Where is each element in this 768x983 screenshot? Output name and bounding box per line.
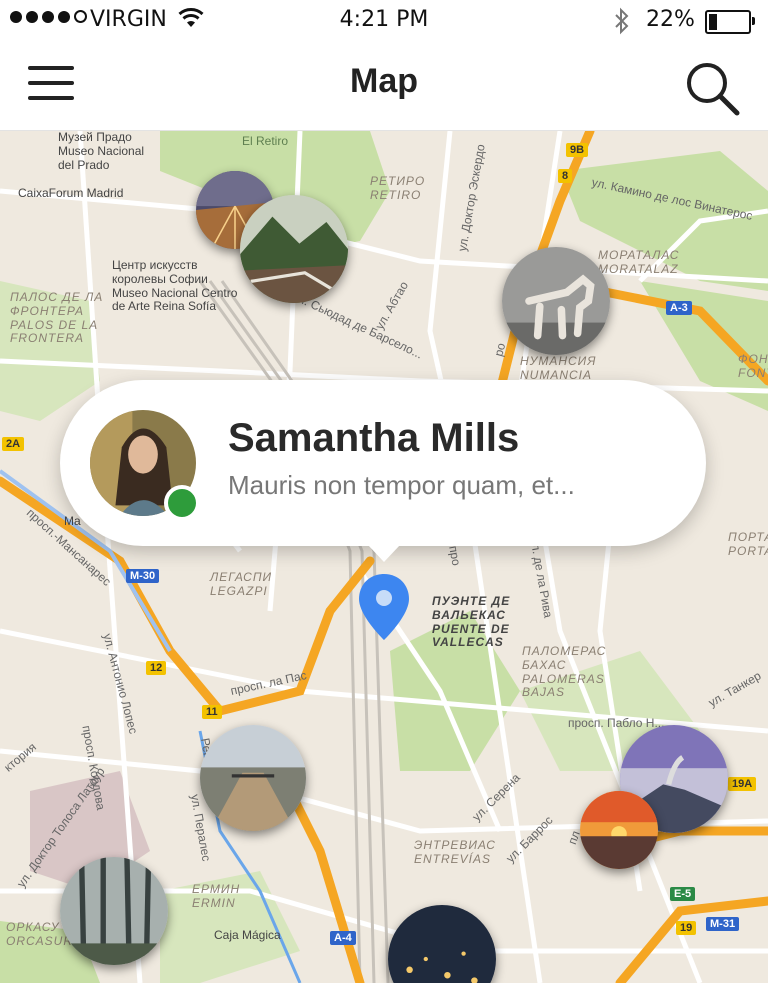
road-shield-11: 11 <box>202 705 222 719</box>
road-shield-a3: A-3 <box>666 301 692 315</box>
photo-marker-forest[interactable] <box>60 857 168 965</box>
photo-marker-wolf[interactable] <box>502 247 610 355</box>
map-label-retiro-park: El Retiro <box>242 134 289 148</box>
map-label-caja-magica: Caja Mágica <box>214 928 281 942</box>
road-shield-e5: E-5 <box>670 887 696 901</box>
road-shield-a4: A-4 <box>330 931 356 945</box>
profile-popup[interactable]: Samantha Mills Mauris non tempor quam, e… <box>60 380 706 562</box>
map-label-portaz: ПОРТАPORTAZ <box>728 530 768 558</box>
road-shield-8: 8 <box>558 169 573 183</box>
status-bar: VIRGIN 4:21 PM 22% <box>0 0 768 42</box>
road-shield-9b: 9B <box>566 143 589 157</box>
road-shield-2a: 2A <box>2 437 25 451</box>
photo-marker-boardwalk[interactable] <box>200 725 306 831</box>
map-pin-icon[interactable] <box>357 572 411 642</box>
map-label-prado: Музей Прадо Museo Nacional del Prado <box>58 131 145 172</box>
map-label-palomeras: ПАЛОМЕРАС БАХАС PALOMERAS BAJAS <box>522 644 607 700</box>
photo-marker-mountain[interactable] <box>240 195 348 303</box>
nav-bar: Map <box>0 42 768 131</box>
map-label-legazpi: ЛЕГАСПИ LEGAZPI <box>210 570 273 598</box>
road-shield-19a: 19A <box>728 777 757 791</box>
map-label-retiro: РЕТИРО RETIRO <box>370 174 426 202</box>
road-shield-12: 12 <box>146 661 167 675</box>
photo-marker-sunset[interactable] <box>580 791 658 869</box>
map-label-hermin: ЕРМИН ERMIN <box>192 882 241 910</box>
online-status-indicator <box>164 485 200 521</box>
map-label-entrevias: ЭНТРЕВИАС ENTREVÍAS <box>414 838 496 866</box>
map-view[interactable]: Музей Прадо Museo Nacional del Prado El Re… <box>0 131 768 983</box>
map-label-caixaforum: CaixaForum Madrid <box>18 186 124 200</box>
battery-icon <box>705 10 755 34</box>
map-label-vallecas: ПУЭНТЕ ДЕ ВАЛЬЕКАС PUENTE DE VALLECAS <box>432 594 511 650</box>
map-label-moratalaz: МОРАТАЛАС MORATALAZ <box>598 248 680 276</box>
map-label-ma: Ma <box>64 514 81 528</box>
road-shield-m30: M-30 <box>126 569 160 583</box>
battery-percent: 22% <box>646 7 695 32</box>
bluetooth-icon <box>615 7 629 35</box>
map-label-reina-sofia: Центр искусств королевы Софии Museo Nacion… <box>112 258 238 314</box>
road-shield-m31: M-31 <box>706 917 740 931</box>
map-label-pablo: просп. Пабло Н... <box>568 716 665 730</box>
map-label-pro: про <box>446 544 464 567</box>
map-label-palos: ПАЛОС ДЕ ЛА ФРОНТЕРА PALOS DE LA FRONTERA <box>10 290 104 346</box>
profile-name: Samantha Mills <box>228 416 520 460</box>
profile-subtitle: Mauris non tempor quam, et... <box>228 470 575 500</box>
page-title: Map <box>350 62 418 100</box>
search-icon[interactable] <box>684 60 740 116</box>
map-label-fonte: ФОНТFONT <box>738 352 768 380</box>
road-shield-19: 19 <box>676 921 697 935</box>
map-label-numancia: НУМАНСИЯ NUMANCIA <box>520 354 597 382</box>
